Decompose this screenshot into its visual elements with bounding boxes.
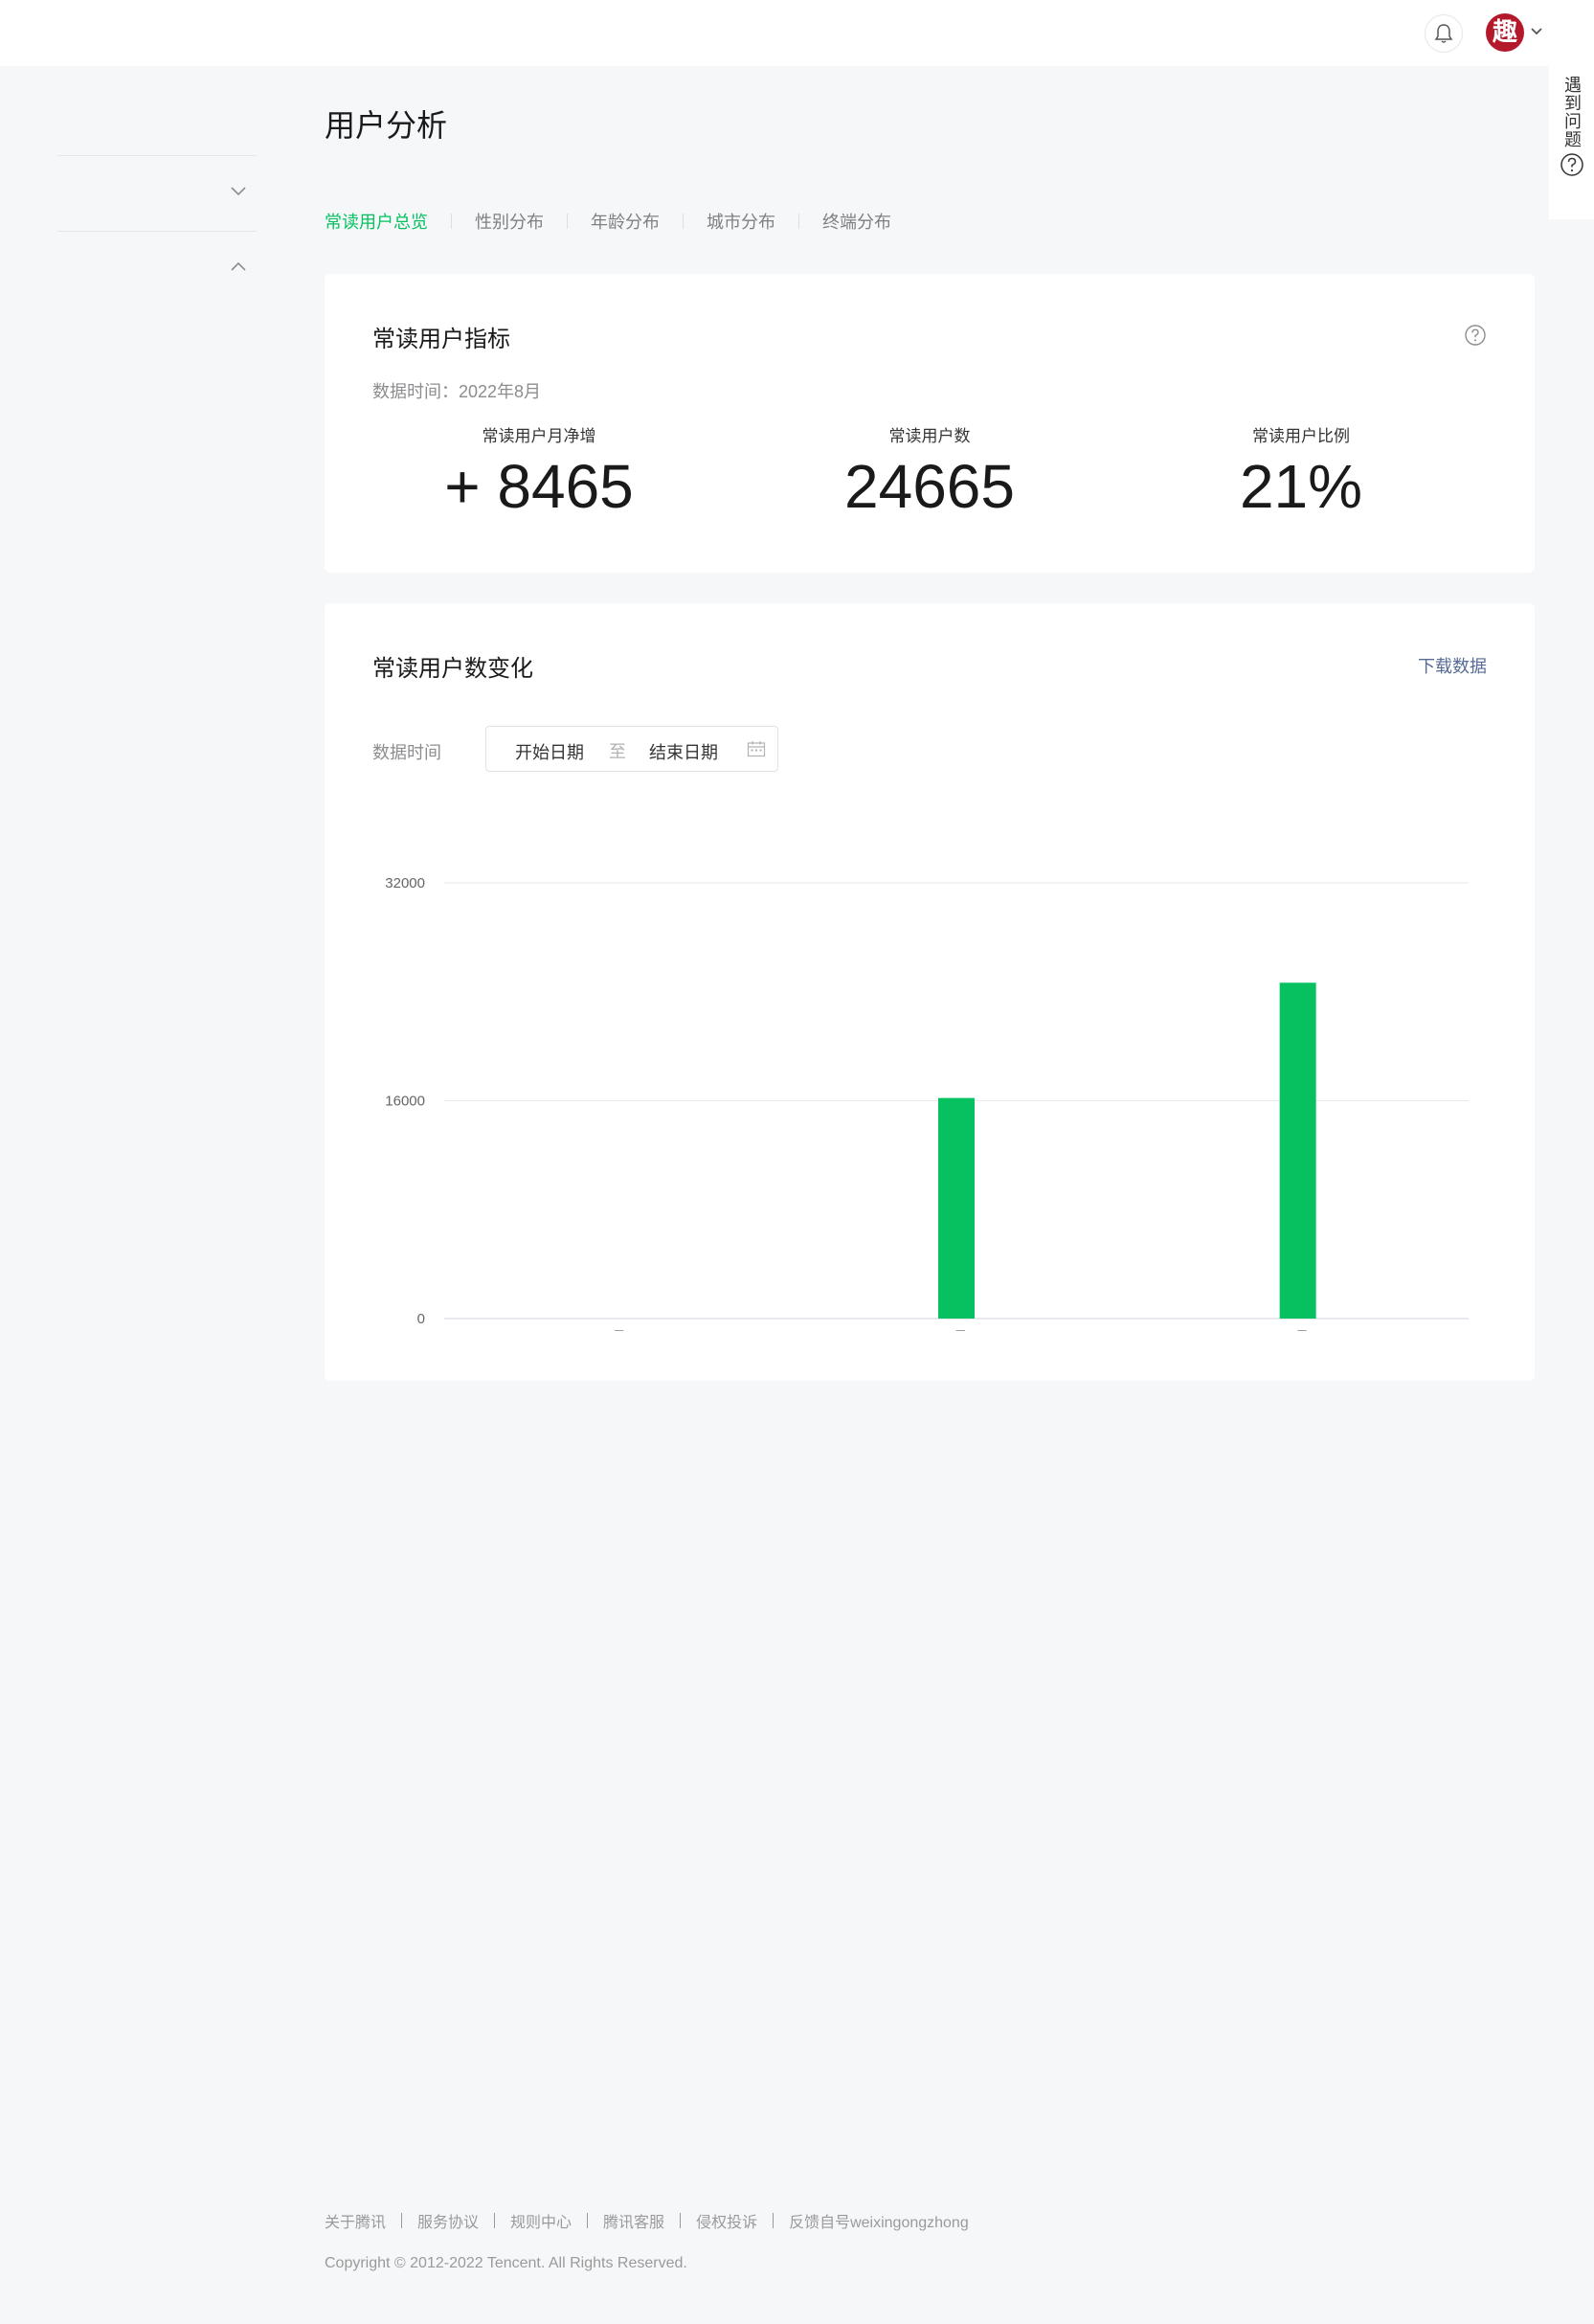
footer-link-support[interactable]: 腾讯客服 <box>603 2209 664 2232</box>
x-tick-label: 7月 <box>945 1329 967 1331</box>
avatar[interactable]: 趣 <box>1486 13 1524 52</box>
footer-separator <box>773 2213 775 2228</box>
notification-button[interactable] <box>1425 14 1463 53</box>
calendar-icon <box>747 741 766 757</box>
date-range-label: 数据时间 <box>372 743 441 762</box>
metric-user-ratio: 常读用户比例 21% <box>1129 422 1473 521</box>
metrics-data-time: 数据时间：2022年8月 <box>372 382 542 401</box>
tab-bar: 常读用户总览 性别分布 年龄分布 城市分布 终端分布 <box>325 209 891 234</box>
metric-value: 21% <box>1239 452 1363 521</box>
footer-separator <box>401 2213 403 2228</box>
question-icon[interactable] <box>1464 324 1487 347</box>
chevron-down-icon <box>231 187 246 196</box>
page-title: 用户分析 <box>325 108 448 143</box>
range-separator: 至 <box>609 742 626 761</box>
copyright: Copyright © 2012-2022 Tencent. All Right… <box>325 2255 687 2271</box>
footer-links: 关于腾讯 服务协议 规则中心 腾讯客服 侵权投诉 反馈自号weixingongz… <box>325 2209 969 2232</box>
tab-gender[interactable]: 性别分布 <box>475 209 544 234</box>
trend-card-title: 常读用户数变化 <box>372 656 533 682</box>
footer-link-rules[interactable]: 规则中心 <box>510 2209 572 2232</box>
metrics-card: 常读用户指标 数据时间：2022年8月 常读用户月净增 + 8465 常读用户数… <box>325 274 1535 573</box>
metric-net-growth: 常读用户月净增 + 8465 <box>367 422 711 521</box>
metric-label: 常读用户比例 <box>1252 427 1350 445</box>
trend-card: 常读用户数变化 下载数据 数据时间 开始日期 至 结束日期 0 16000 3200… <box>325 603 1535 1381</box>
footer-separator <box>680 2213 682 2228</box>
footer-link-terms[interactable]: 服务协议 <box>417 2209 479 2232</box>
chart-bar <box>1279 982 1316 1319</box>
download-data-link[interactable]: 下载数据 <box>1418 653 1487 678</box>
metric-total-users: 常读用户数 24665 <box>757 422 1102 521</box>
footer-link-about[interactable]: 关于腾讯 <box>325 2209 386 2232</box>
tab-separator <box>567 214 568 229</box>
sidebar-divider <box>57 155 257 156</box>
tab-separator <box>451 214 452 229</box>
tab-separator <box>683 214 684 229</box>
bell-icon <box>1434 24 1453 43</box>
metrics-card-title: 常读用户指标 <box>372 327 510 352</box>
tab-separator <box>798 214 799 229</box>
footer-link-feedback[interactable]: 反馈自号weixingongzhong <box>789 2209 969 2232</box>
tab-overview[interactable]: 常读用户总览 <box>325 209 428 234</box>
help-label: 遇到问题 <box>1562 76 1582 148</box>
sidebar-divider <box>57 231 257 232</box>
metric-label: 常读用户数 <box>888 427 971 445</box>
x-tick-label: 6月 <box>604 1329 626 1331</box>
y-tick-label: 0 <box>417 1311 425 1327</box>
end-date-input[interactable]: 结束日期 <box>649 739 718 764</box>
y-tick-label: 32000 <box>385 875 425 891</box>
footer-separator <box>494 2213 496 2228</box>
x-tick-label: 8月 <box>1287 1329 1309 1331</box>
chevron-down-icon[interactable] <box>1530 27 1543 36</box>
footer-separator <box>587 2213 589 2228</box>
tab-city[interactable]: 城市分布 <box>707 209 775 234</box>
y-tick-label: 16000 <box>385 1094 425 1110</box>
chevron-up-icon <box>231 261 246 271</box>
metric-label: 常读用户月净增 <box>482 427 596 445</box>
footer-link-complaint[interactable]: 侵权投诉 <box>696 2209 757 2232</box>
start-date-input[interactable]: 开始日期 <box>515 739 584 764</box>
question-icon <box>1560 153 1583 176</box>
top-bar: 趣 <box>0 0 1594 66</box>
help-float-panel[interactable]: 遇到问题 <box>1549 66 1594 219</box>
tab-device[interactable]: 终端分布 <box>822 209 891 234</box>
sidebar-group-collapsed[interactable] <box>57 165 257 222</box>
sidebar-group-expanded[interactable] <box>57 239 257 297</box>
metric-value: 24665 <box>844 452 1015 521</box>
user-count-bar-chart: 0 16000 32000 6月 7月 8月 <box>385 875 1469 1331</box>
chart-bar <box>938 1097 975 1319</box>
date-range-picker[interactable]: 开始日期 至 结束日期 <box>485 726 778 772</box>
tab-age[interactable]: 年龄分布 <box>591 209 660 234</box>
metric-value: + 8465 <box>444 452 634 521</box>
